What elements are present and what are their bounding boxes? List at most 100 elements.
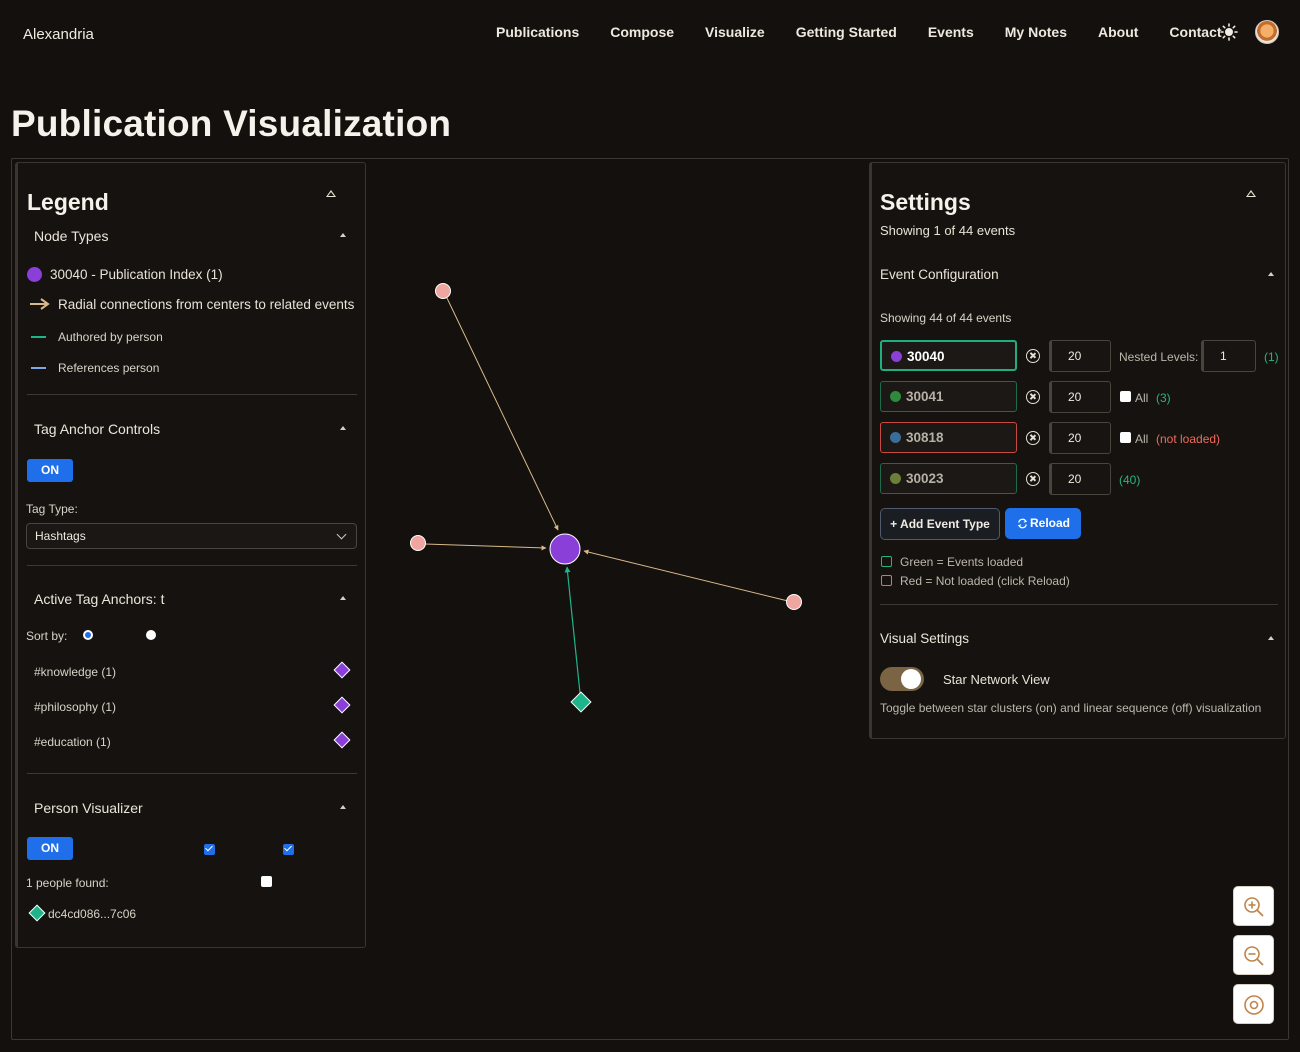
settings-title: Settings <box>880 189 971 215</box>
zoom-out-button[interactable] <box>1233 935 1274 975</box>
event-limit-input[interactable]: 20 <box>1049 340 1111 372</box>
red-legend-label: Red = Not loaded (click Reload) <box>900 574 1070 588</box>
reload-button[interactable]: Reload <box>1005 508 1081 539</box>
zoom-in-icon <box>1244 897 1264 917</box>
events-showing-label: Showing 44 of 44 events <box>880 311 1012 325</box>
event-kind-30041[interactable]: 30041 <box>880 381 1017 412</box>
tag-anchor-item[interactable]: #education (1) <box>34 735 111 749</box>
event-kind-label: 30040 <box>907 349 945 364</box>
references-line-icon <box>31 367 46 369</box>
tag-anchor-title: Tag Anchor Controls <box>34 421 161 437</box>
event-kind-dot-icon <box>891 351 902 362</box>
remove-circle-icon[interactable] <box>1026 349 1040 363</box>
collapse-tag-anchor-icon[interactable] <box>340 426 346 430</box>
collapse-event-config-icon[interactable] <box>1268 272 1274 276</box>
show-authored-checkbox[interactable] <box>204 844 215 855</box>
star-network-toggle[interactable] <box>880 667 924 691</box>
person-visualizer-toggle-button[interactable]: ON <box>27 837 73 860</box>
divider <box>880 604 1278 605</box>
select-all-people-checkbox[interactable] <box>261 876 272 887</box>
all-checkbox[interactable] <box>1120 432 1131 443</box>
star-network-label: Star Network View <box>943 672 1050 687</box>
publication-index-node-icon <box>27 267 42 282</box>
tag-type-label: Tag Type: <box>26 502 78 516</box>
zoom-in-button[interactable] <box>1233 886 1274 926</box>
edge-top <box>445 295 559 531</box>
all-label: All <box>1135 432 1149 446</box>
person-visualizer-title: Person Visualizer <box>34 800 143 816</box>
divider <box>27 394 357 395</box>
legend-authored-label: Authored by person <box>58 330 163 344</box>
legend-radial-label: Radial connections from centers to relat… <box>58 297 355 312</box>
event-kind-dot-icon <box>890 473 901 484</box>
green-legend-label: Green = Events loaded <box>900 555 1024 569</box>
red-square-icon <box>881 575 892 586</box>
event-kind-30023[interactable]: 30023 <box>880 463 1017 494</box>
authored-line-icon <box>31 336 46 338</box>
graph-node-publication-index <box>549 533 581 565</box>
collapse-active-tags-icon[interactable] <box>340 596 346 600</box>
event-limit-input[interactable]: 20 <box>1049 463 1111 495</box>
active-tag-anchors-title: Active Tag Anchors: t <box>34 591 165 607</box>
graph-node-person <box>570 691 592 713</box>
tag-type-value: Hashtags <box>35 529 86 543</box>
tag-anchor-toggle-button[interactable]: ON <box>27 459 73 482</box>
remove-circle-icon[interactable] <box>1026 431 1040 445</box>
event-kind-label: 30818 <box>906 430 944 445</box>
event-kind-label: 30041 <box>906 389 944 404</box>
green-square-icon <box>881 556 892 567</box>
sort-radio-alpha[interactable] <box>146 630 156 640</box>
tag-anchor-item[interactable]: #philosophy (1) <box>34 700 116 714</box>
collapse-legend-icon[interactable] <box>326 190 336 197</box>
event-count-status: (not loaded) <box>1156 432 1221 446</box>
tag-type-select[interactable]: Hashtags <box>26 523 357 549</box>
tag-anchor-item[interactable]: #knowledge (1) <box>34 665 116 679</box>
event-count-status: (40) <box>1119 473 1141 487</box>
show-references-checkbox[interactable] <box>283 844 294 855</box>
remove-circle-icon[interactable] <box>1026 472 1040 486</box>
collapse-visual-settings-icon[interactable] <box>1268 636 1274 640</box>
graph-node-event <box>786 594 802 610</box>
divider <box>27 565 357 566</box>
nested-levels-label: Nested Levels: <box>1119 350 1199 364</box>
toggle-knob <box>901 669 921 689</box>
collapse-person-icon[interactable] <box>340 805 346 809</box>
edge-right <box>583 549 789 602</box>
sort-radio-count[interactable] <box>83 630 93 640</box>
person-id[interactable]: dc4cd086...7c06 <box>48 907 136 921</box>
collapse-settings-icon[interactable] <box>1246 190 1256 197</box>
collapse-node-types-icon[interactable] <box>340 233 346 237</box>
event-count-status: (1) <box>1264 350 1279 364</box>
legend-references-label: References person <box>58 361 160 375</box>
legend-title: Legend <box>27 189 109 215</box>
event-kind-label: 30023 <box>906 471 944 486</box>
visual-settings-title: Visual Settings <box>880 631 970 646</box>
add-event-type-button[interactable]: + Add Event Type <box>880 508 1000 540</box>
graph-node-event <box>410 535 426 551</box>
edge-person <box>564 566 581 694</box>
nested-levels-input[interactable]: 1 <box>1201 340 1256 372</box>
event-kind-30818[interactable]: 30818 <box>880 422 1017 453</box>
event-limit-input[interactable]: 20 <box>1049 381 1111 413</box>
event-limit-input[interactable]: 20 <box>1049 422 1111 454</box>
graph-node-event <box>435 283 451 299</box>
target-icon <box>1244 995 1264 1015</box>
reload-label: Reload <box>1029 516 1070 530</box>
event-config-title: Event Configuration <box>880 267 999 282</box>
settings-subtitle: Showing 1 of 44 events <box>880 223 1016 238</box>
event-kind-30040[interactable]: 30040 <box>880 340 1017 371</box>
edge-left <box>424 543 547 551</box>
divider <box>27 773 357 774</box>
center-view-button[interactable] <box>1233 984 1274 1024</box>
people-found-label: 1 people found: <box>26 876 109 890</box>
all-checkbox[interactable] <box>1120 391 1131 402</box>
remove-circle-icon[interactable] <box>1026 390 1040 404</box>
legend-node-type-label: 30040 - Publication Index (1) <box>50 267 223 282</box>
refresh-icon <box>1017 518 1028 529</box>
event-kind-dot-icon <box>890 432 901 443</box>
zoom-out-icon <box>1244 946 1264 966</box>
all-label: All <box>1135 391 1149 405</box>
event-kind-dot-icon <box>890 391 901 402</box>
chevron-down-icon <box>336 529 347 540</box>
node-types-title: Node Types <box>34 228 109 244</box>
